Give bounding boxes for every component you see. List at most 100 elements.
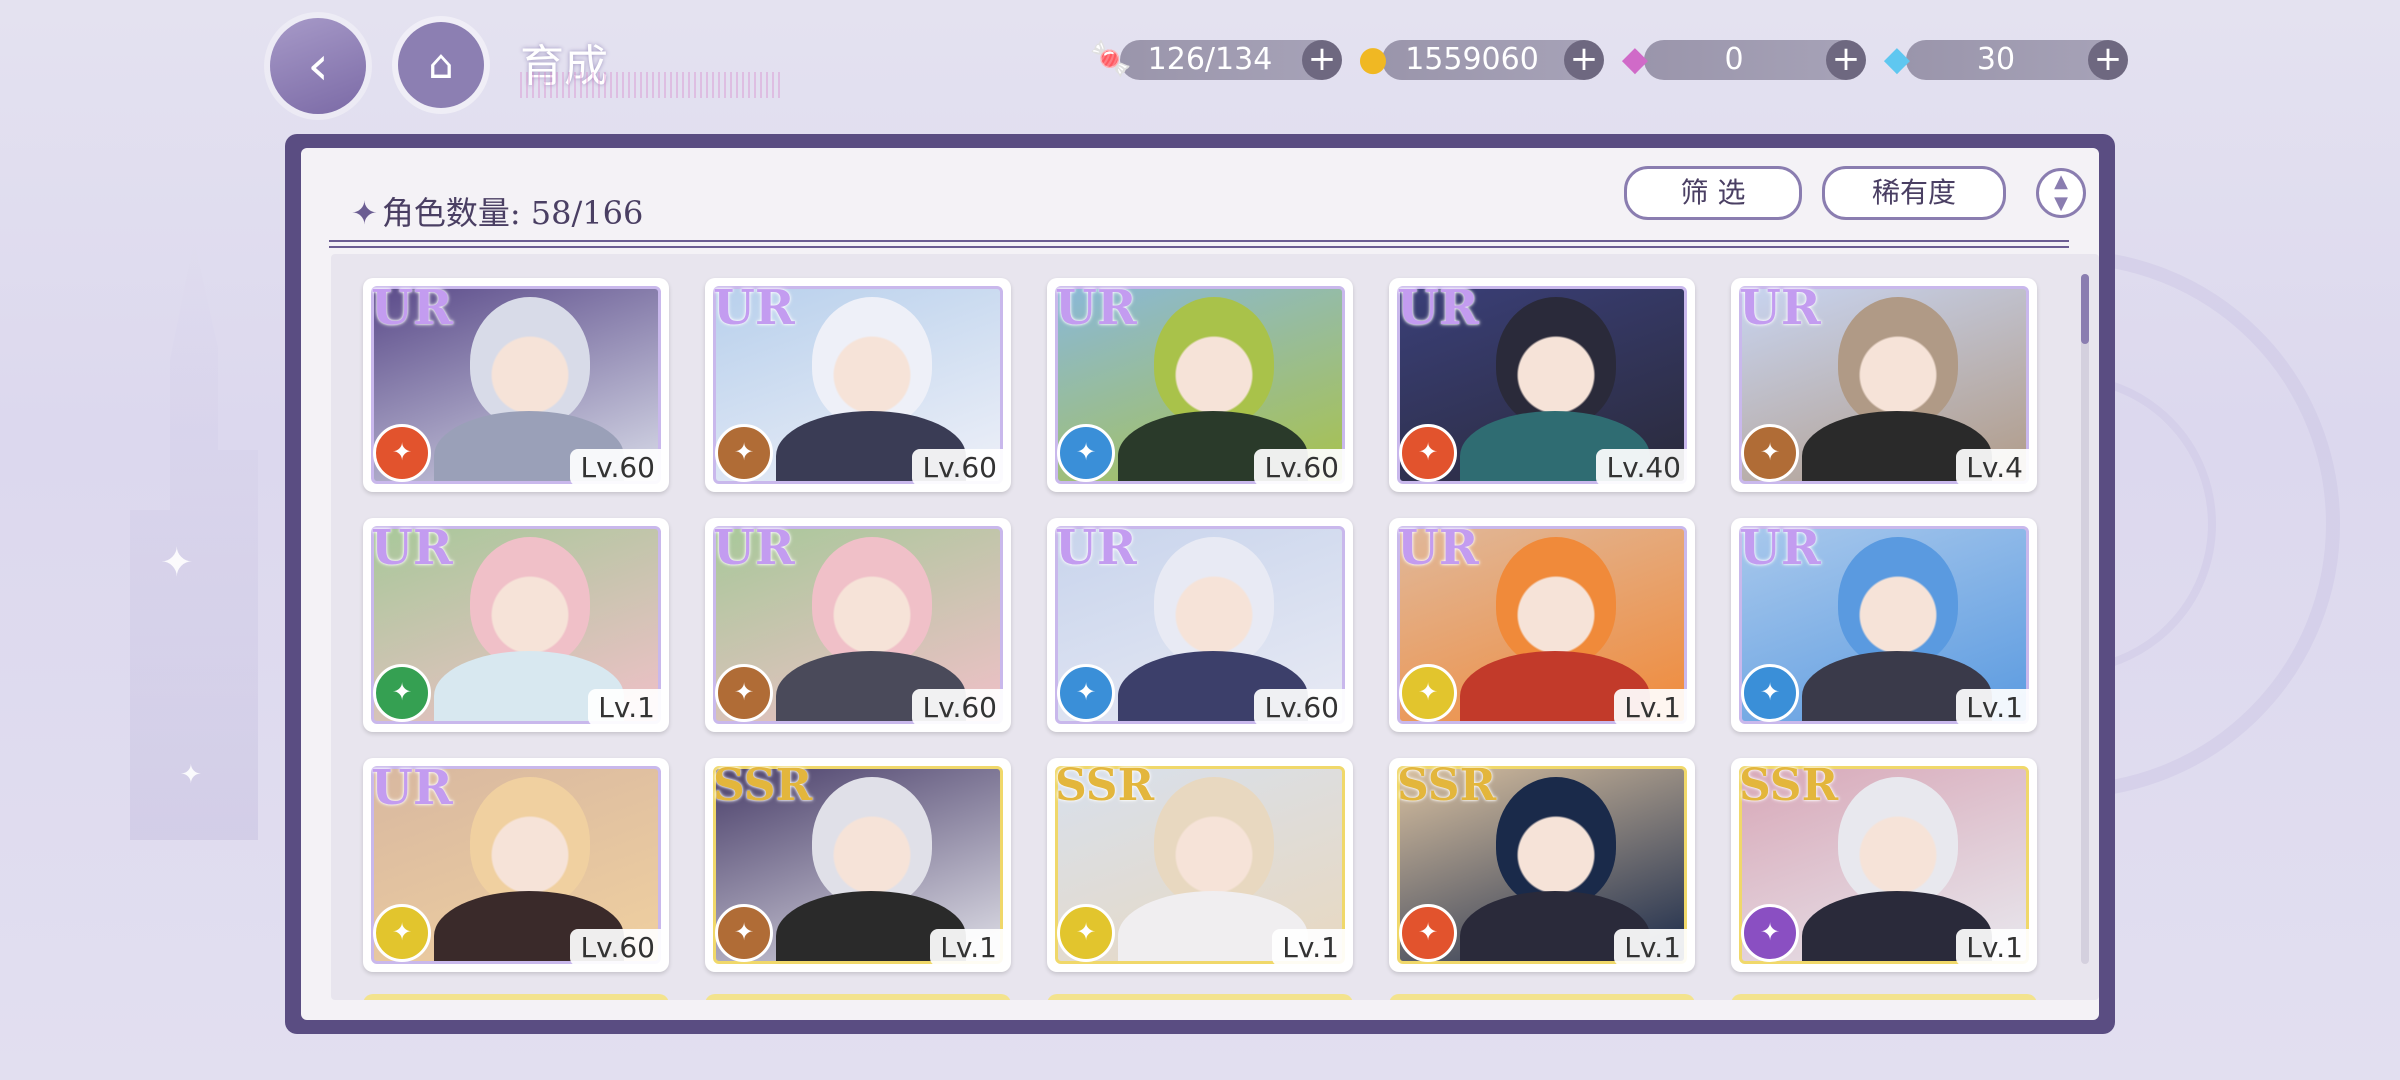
filter-button[interactable]: 筛 选 (1624, 166, 1802, 220)
character-face (1154, 297, 1274, 427)
role-brown-icon: ✦ (715, 904, 773, 962)
character-card[interactable]: UR ✦ Lv.60 (363, 278, 669, 492)
character-card[interactable]: SSR ✦ Lv.1 (705, 758, 1011, 972)
character-card[interactable]: SSR ✦ Lv.1 (1047, 758, 1353, 972)
rarity-label: SSR (1397, 760, 1497, 811)
scrollbar-thumb[interactable] (2081, 274, 2089, 344)
character-card[interactable]: UR ✦ Lv.1 (363, 518, 669, 732)
resource-candy: 🍬 126/134 + (1090, 39, 1342, 80)
character-card[interactable]: UR ✦ Lv.40 (1389, 278, 1695, 492)
role-red-icon: ✦ (373, 424, 431, 482)
character-face (1496, 297, 1616, 427)
resource-paid-gem: ◆ 0 + (1622, 39, 1866, 80)
character-card[interactable]: UR ✦ Lv.1 (1389, 518, 1695, 732)
role-yellow-icon: ✦ (1399, 664, 1457, 722)
character-face (1838, 537, 1958, 667)
character-card[interactable]: UR ✦ Lv.4 (1731, 278, 2037, 492)
home-button[interactable]: ⌂ (398, 22, 484, 108)
character-face (812, 537, 932, 667)
level-label: Lv.1 (588, 689, 665, 726)
character-card[interactable]: UR ✦ Lv.60 (705, 278, 1011, 492)
resource-value: 1559060 (1405, 42, 1539, 77)
character-face (1496, 777, 1616, 907)
character-card-partial[interactable] (1731, 994, 2037, 1000)
resource-value: 30 (1976, 42, 2016, 77)
level-label: Lv.60 (570, 449, 665, 486)
character-face (1838, 777, 1958, 907)
character-face (812, 297, 932, 427)
character-face (1154, 537, 1274, 667)
level-label: Lv.1 (930, 929, 1007, 966)
character-panel: ✦ 角色数量: 58/166 筛 选 稀有度 ▲ ▼ UR ✦ Lv.60 UR ✦ Lv.6… (285, 134, 2115, 1034)
rarity-label: UR (1739, 280, 1821, 336)
character-face (470, 537, 590, 667)
level-label: Lv.1 (1956, 689, 2033, 726)
character-card[interactable]: SSR ✦ Lv.1 (1389, 758, 1695, 972)
sparkle-icon: ✦ (180, 760, 202, 790)
character-card[interactable]: SSR ✦ Lv.1 (1731, 758, 2037, 972)
back-arrow-icon: ‹ (307, 34, 329, 97)
role-brown-icon: ✦ (715, 424, 773, 482)
character-face (1496, 537, 1616, 667)
character-card[interactable]: UR ✦ Lv.60 (363, 758, 669, 972)
role-green-icon: ✦ (373, 664, 431, 722)
rarity-label: SSR (1055, 760, 1155, 811)
character-card-partial[interactable] (1389, 994, 1695, 1000)
add-candy-button[interactable]: + (1302, 40, 1342, 80)
add-paid-gem-button[interactable]: + (1826, 40, 1866, 80)
rarity-label: UR (1055, 280, 1137, 336)
character-count-text: 角色数量: 58/166 (381, 194, 644, 232)
rarity-label: UR (713, 280, 795, 336)
rarity-label: SSR (713, 760, 813, 811)
character-face (470, 297, 590, 427)
character-face (1838, 297, 1958, 427)
role-blue-icon: ✦ (1057, 664, 1115, 722)
level-label: Lv.1 (1614, 689, 1691, 726)
level-label: Lv.1 (1272, 929, 1349, 966)
level-label: Lv.60 (1254, 449, 1349, 486)
sort-order-toggle[interactable]: ▲ ▼ (2036, 168, 2086, 218)
castle-icon: ⌂ (428, 42, 454, 88)
level-label: Lv.60 (1254, 689, 1349, 726)
character-card-partial[interactable] (705, 994, 1011, 1000)
character-grid[interactable]: UR ✦ Lv.60 UR ✦ Lv.60 UR ✦ Lv.60 UR ✦ Lv.40 UR ✦ Lv.4 U… (331, 254, 2099, 1000)
add-gold-button[interactable]: + (1564, 40, 1604, 80)
level-label: Lv.60 (570, 929, 665, 966)
rarity-label: UR (1055, 520, 1137, 576)
character-card[interactable]: UR ✦ Lv.60 (1047, 278, 1353, 492)
rarity-label: UR (371, 280, 453, 336)
role-yellow-icon: ✦ (1057, 904, 1115, 962)
resource-value: 126/134 (1147, 42, 1273, 77)
level-label: Lv.1 (1614, 929, 1691, 966)
header-divider (329, 240, 2069, 248)
rarity-label: SSR (1739, 760, 1839, 811)
role-yellow-icon: ✦ (373, 904, 431, 962)
character-card[interactable]: UR ✦ Lv.60 (1047, 518, 1353, 732)
rarity-label: UR (1397, 280, 1479, 336)
add-gem-button[interactable]: + (2088, 40, 2128, 80)
resource-gold: ● 1559060 + (1358, 39, 1604, 80)
panel-inner: ✦ 角色数量: 58/166 筛 选 稀有度 ▲ ▼ UR ✦ Lv.60 UR ✦ Lv.6… (301, 148, 2099, 1020)
role-red-icon: ✦ (1399, 904, 1457, 962)
role-blue-icon: ✦ (1741, 664, 1799, 722)
sparkle-icon: ✦ (160, 540, 194, 586)
resource-value: 0 (1724, 42, 1744, 77)
character-card[interactable]: UR ✦ Lv.60 (705, 518, 1011, 732)
level-label: Lv.40 (1596, 449, 1691, 486)
level-label: Lv.1 (1956, 929, 2033, 966)
rarity-label: UR (371, 520, 453, 576)
role-purple-icon: ✦ (1741, 904, 1799, 962)
rarity-label: UR (713, 520, 795, 576)
background-castle (130, 240, 258, 840)
rarity-sort-button[interactable]: 稀有度 (1822, 166, 2006, 220)
character-count: ✦ 角色数量: 58/166 (351, 188, 643, 234)
scrollbar[interactable] (2081, 274, 2089, 964)
character-face (812, 777, 932, 907)
character-card[interactable]: UR ✦ Lv.1 (1731, 518, 2037, 732)
role-brown-icon: ✦ (1741, 424, 1799, 482)
character-card-partial[interactable] (363, 994, 669, 1000)
back-button[interactable]: ‹ (270, 18, 366, 114)
rarity-label: UR (1397, 520, 1479, 576)
character-card-partial[interactable] (1047, 994, 1353, 1000)
role-brown-icon: ✦ (715, 664, 773, 722)
